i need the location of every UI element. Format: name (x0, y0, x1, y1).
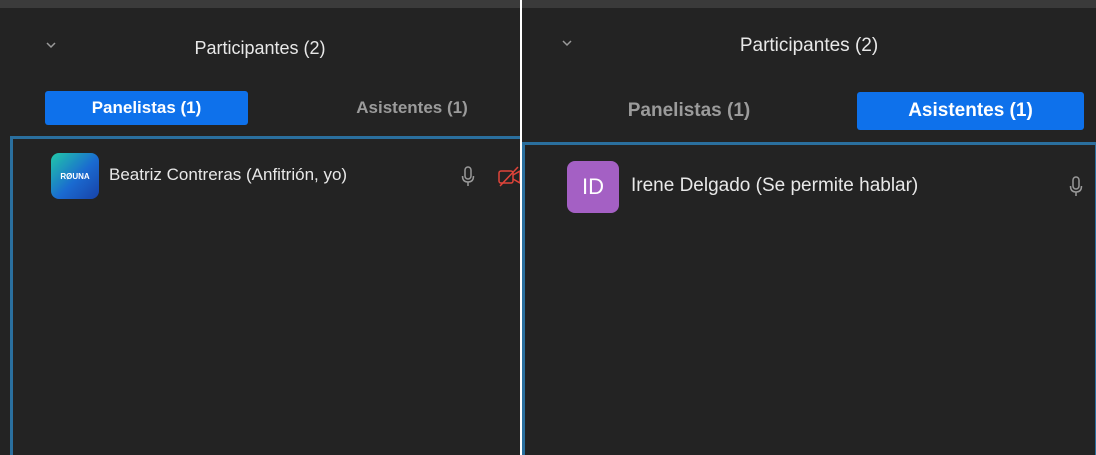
panel-top-strip (0, 0, 520, 8)
avatar-initials: ID (582, 174, 604, 199)
participants-panel-panelists: Participantes (2) Panelistas (1) Asisten… (0, 0, 520, 455)
panel-header: Participantes (2) (522, 8, 1096, 84)
avatar: RØUNA (51, 153, 99, 199)
microphone-icon[interactable] (460, 165, 476, 189)
tab-panelists[interactable]: Panelistas (1) (574, 92, 804, 130)
participant-list: RØUNA Beatriz Contreras (Anfitrión, yo) (10, 136, 520, 455)
microphone-icon[interactable] (1068, 175, 1084, 199)
avatar: ID (567, 161, 619, 213)
participants-panel-attendees: Participantes (2) Panelistas (1) Asisten… (522, 0, 1096, 455)
panel-title: Participantes (2) (194, 38, 326, 58)
tab-attendees[interactable]: Asistentes (1) (312, 91, 512, 125)
participant-name: Irene Delgado (Se permite hablar) (631, 175, 919, 196)
video-off-icon[interactable] (497, 165, 520, 189)
panel-top-strip (522, 0, 1096, 8)
list-item[interactable]: ID Irene Delgado (Se permite hablar) (525, 161, 1095, 217)
tab-panelists[interactable]: Panelistas (1) (45, 91, 248, 125)
avatar-logo-text: RØUNA (60, 171, 90, 181)
panel-header: Participantes (2) (0, 8, 520, 84)
list-item[interactable]: RØUNA Beatriz Contreras (Anfitrión, yo) (13, 151, 520, 207)
participant-name: Beatriz Contreras (Anfitrión, yo) (109, 165, 348, 184)
panel-title: Participantes (2) (739, 35, 879, 56)
tab-attendees[interactable]: Asistentes (1) (857, 92, 1084, 130)
participant-list: ID Irene Delgado (Se permite hablar) (522, 142, 1096, 455)
